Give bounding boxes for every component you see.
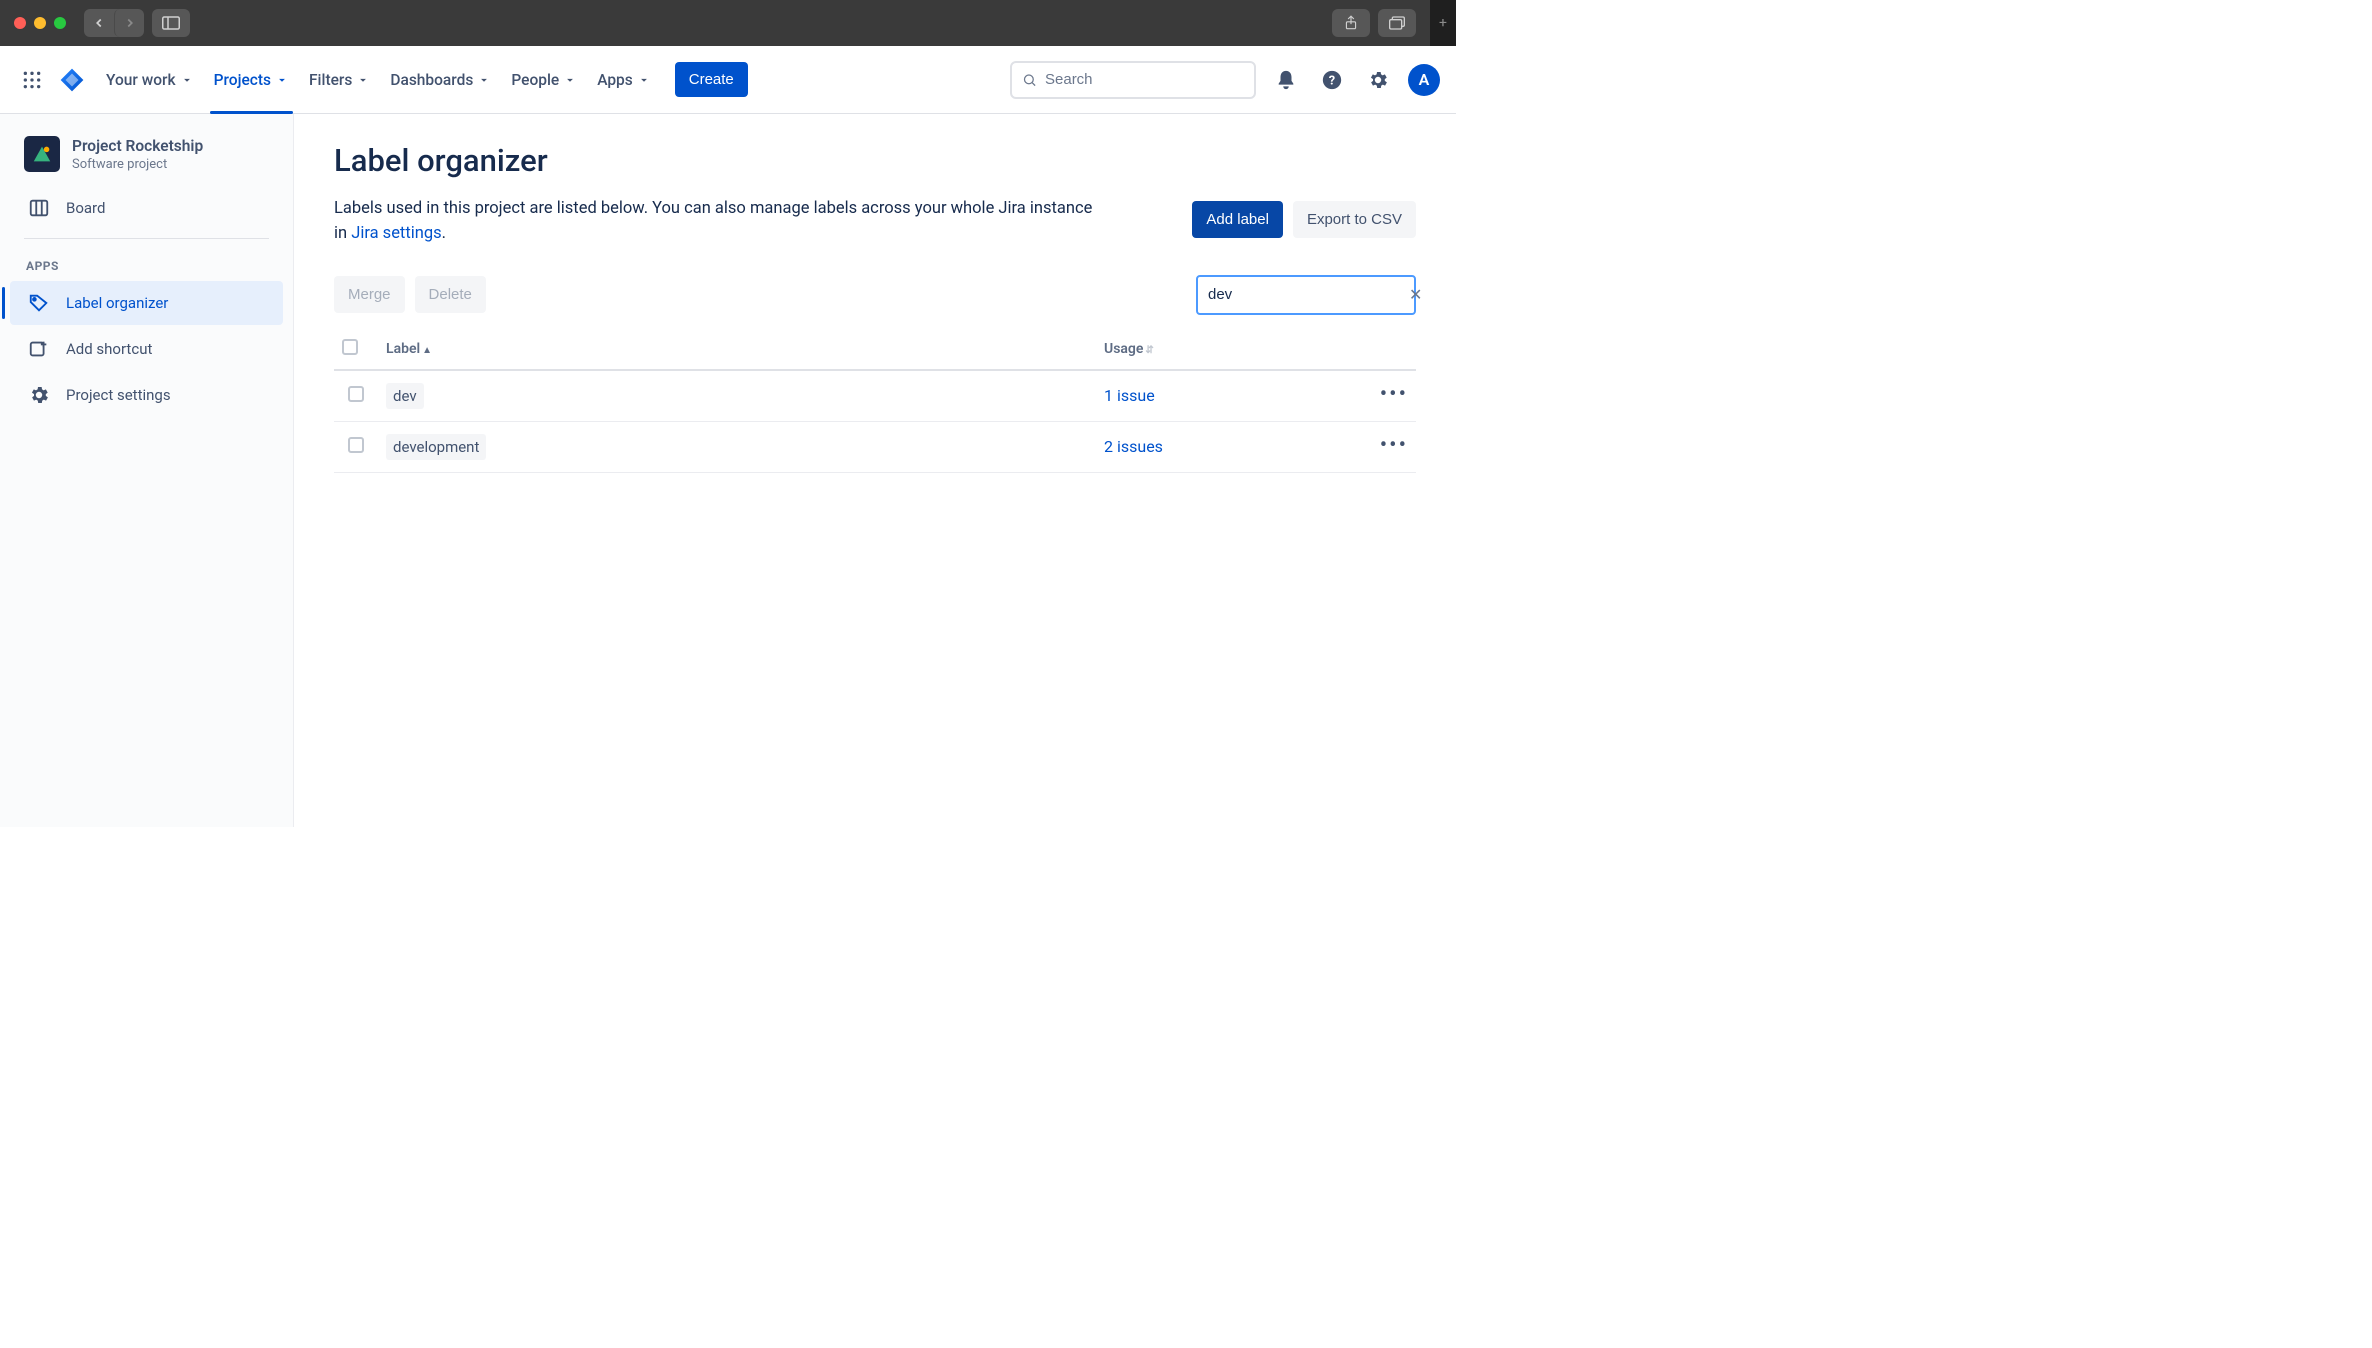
- project-name: Project Rocketship: [72, 137, 203, 155]
- global-search[interactable]: [1010, 61, 1256, 99]
- chevron-down-icon: [477, 73, 491, 87]
- chevron-down-icon: [563, 73, 577, 87]
- row-checkbox[interactable]: [348, 386, 364, 402]
- project-type: Software project: [72, 157, 203, 172]
- chevron-down-icon: [275, 73, 289, 87]
- browser-share-button[interactable]: [1332, 9, 1370, 37]
- window-controls: [14, 17, 66, 29]
- sidebar-divider: [24, 238, 269, 239]
- window-close-icon[interactable]: [14, 17, 26, 29]
- browser-new-tab-button[interactable]: +: [1430, 0, 1456, 46]
- nav-dashboards[interactable]: Dashboards: [382, 46, 499, 114]
- global-search-input[interactable]: [1045, 71, 1244, 88]
- app-switcher-icon[interactable]: [16, 64, 48, 96]
- table-row: dev 1 issue •••: [334, 370, 1416, 422]
- window-zoom-icon[interactable]: [54, 17, 66, 29]
- nav-your-work[interactable]: Your work: [98, 46, 202, 114]
- labels-table: Label▲ Usage⇵ dev 1 issue ••• developmen…: [334, 329, 1416, 473]
- add-shortcut-icon: [28, 338, 50, 360]
- export-csv-button[interactable]: Export to CSV: [1293, 201, 1416, 238]
- create-button[interactable]: Create: [675, 62, 748, 97]
- sidebar-item-label: Project settings: [66, 386, 171, 404]
- settings-icon[interactable]: [1362, 64, 1394, 96]
- project-avatar-icon: [24, 136, 60, 172]
- page-title: Label organizer: [334, 142, 1416, 179]
- nav-filters[interactable]: Filters: [301, 46, 378, 114]
- nav-label: Apps: [597, 71, 633, 89]
- label-chip[interactable]: dev: [386, 383, 424, 409]
- help-icon[interactable]: ?: [1316, 64, 1348, 96]
- browser-forward-button[interactable]: [114, 9, 144, 37]
- column-usage[interactable]: Usage⇵: [1096, 329, 1356, 370]
- gear-icon: [28, 384, 50, 406]
- sidebar-item-add-shortcut[interactable]: Add shortcut: [10, 327, 283, 371]
- svg-text:?: ?: [1329, 73, 1335, 88]
- browser-chrome: +: [0, 0, 1456, 46]
- browser-back-button[interactable]: [84, 9, 114, 37]
- page-description: Labels used in this project are listed b…: [334, 197, 1094, 247]
- sidebar-item-label: Label organizer: [66, 294, 168, 312]
- browser-nav-group: [84, 9, 144, 37]
- usage-link[interactable]: 1 issue: [1104, 386, 1155, 405]
- label-chip[interactable]: development: [386, 434, 486, 460]
- row-more-icon[interactable]: •••: [1380, 382, 1408, 407]
- search-icon: [1022, 72, 1037, 88]
- nav-label: Your work: [106, 71, 176, 89]
- select-all-header[interactable]: [334, 329, 378, 370]
- tag-icon: [28, 292, 50, 314]
- nav-label: Dashboards: [390, 71, 473, 89]
- notifications-icon[interactable]: [1270, 64, 1302, 96]
- sidebar-item-label: Board: [66, 199, 105, 217]
- window-minimize-icon[interactable]: [34, 17, 46, 29]
- project-header[interactable]: Project Rocketship Software project: [8, 136, 285, 184]
- clear-filter-icon[interactable]: ✕: [1407, 285, 1424, 304]
- nav-apps[interactable]: Apps: [589, 46, 659, 114]
- row-checkbox[interactable]: [348, 437, 364, 453]
- sidebar-item-project-settings[interactable]: Project settings: [10, 373, 283, 417]
- browser-sidebar-button[interactable]: [152, 9, 190, 37]
- nav-label: Filters: [309, 71, 352, 89]
- main-content: Label organizer Labels used in this proj…: [294, 114, 1456, 827]
- checkbox-icon[interactable]: [342, 339, 358, 355]
- nav-people[interactable]: People: [503, 46, 585, 114]
- sidebar-item-label: Add shortcut: [66, 340, 152, 358]
- chevron-down-icon: [356, 73, 370, 87]
- nav-label: People: [511, 71, 559, 89]
- row-more-icon[interactable]: •••: [1380, 433, 1408, 458]
- sort-icon: ⇵: [1145, 345, 1153, 356]
- add-label-button[interactable]: Add label: [1192, 201, 1283, 238]
- sidebar-item-board[interactable]: Board: [10, 186, 283, 230]
- chevron-down-icon: [180, 73, 194, 87]
- label-filter[interactable]: ✕: [1196, 275, 1416, 315]
- project-sidebar: Project Rocketship Software project Boar…: [0, 114, 294, 827]
- board-icon: [28, 197, 50, 219]
- jira-logo-icon[interactable]: [56, 64, 88, 96]
- column-label[interactable]: Label▲: [378, 329, 1096, 370]
- sidebar-item-label-organizer[interactable]: Label organizer: [10, 281, 283, 325]
- user-avatar[interactable]: A: [1408, 64, 1440, 96]
- usage-link[interactable]: 2 issues: [1104, 437, 1163, 456]
- top-navigation: Your work Projects Filters Dashboards Pe…: [0, 46, 1456, 114]
- sidebar-apps-heading: APPS: [8, 255, 285, 279]
- table-row: development 2 issues •••: [334, 421, 1416, 472]
- chevron-down-icon: [637, 73, 651, 87]
- jira-settings-link[interactable]: Jira settings: [351, 224, 441, 243]
- nav-projects[interactable]: Projects: [206, 46, 297, 114]
- delete-button[interactable]: Delete: [415, 276, 486, 313]
- browser-tabs-button[interactable]: [1378, 9, 1416, 37]
- sort-asc-icon: ▲: [422, 345, 432, 356]
- merge-button[interactable]: Merge: [334, 276, 405, 313]
- nav-label: Projects: [214, 71, 271, 89]
- label-filter-input[interactable]: [1208, 286, 1407, 303]
